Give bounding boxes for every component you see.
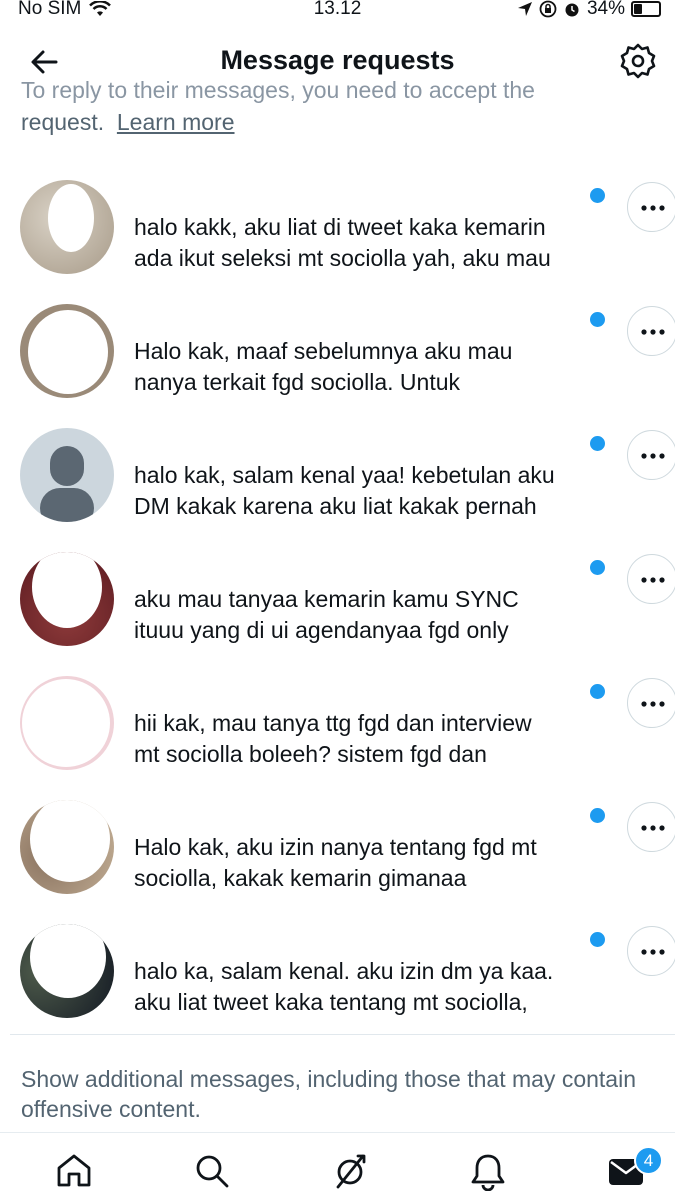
- unread-dot: [590, 436, 605, 451]
- message-preview: aku mau tanyaa kemarin kamu SYNC ituuu y…: [134, 584, 614, 646]
- message-preview-line: halo kakk, aku liat di tweet kaka kemari…: [134, 214, 546, 240]
- intro-text: To reply to their messages, you need to …: [21, 78, 621, 136]
- unread-dot: [590, 312, 605, 327]
- message-request-row[interactable]: hii kak, mau tanya ttg fgd dan interview…: [0, 658, 675, 782]
- unread-dot: [590, 808, 605, 823]
- unread-dot: [590, 932, 605, 947]
- default-user-icon: [40, 446, 94, 522]
- message-preview-line: hii kak, mau tanya ttg fgd dan interview: [134, 710, 532, 736]
- location-icon: [517, 2, 532, 16]
- messages-unread-badge: 4: [634, 1146, 663, 1175]
- avatar[interactable]: [20, 552, 114, 646]
- more-horizontal-icon: [641, 205, 665, 211]
- message-request-row[interactable]: halo kak, salam kenal yaa! kebetulan aku…: [0, 410, 675, 534]
- intro-text-request: request.: [21, 109, 105, 135]
- clock: 13.12: [313, 0, 362, 19]
- message-preview-line: ituuu yang di ui agendanyaa fgd only: [134, 617, 509, 643]
- more-options-button[interactable]: [627, 926, 675, 976]
- intro-text-cut: To reply to their messages, you need to …: [21, 78, 535, 103]
- message-preview-line: ada ikut seleksi mt sociolla yah, aku ma…: [134, 245, 551, 271]
- message-preview-line: aku mau tanyaa kemarin kamu SYNC: [134, 586, 519, 612]
- battery-icon: [631, 1, 661, 17]
- more-horizontal-icon: [641, 825, 665, 831]
- message-preview-line: aku liat tweet kaka tentang mt sociolla,: [134, 989, 528, 1015]
- unread-dot: [590, 188, 605, 203]
- message-request-row[interactable]: Halo kak, maaf sebelumnya aku mau nanya …: [0, 286, 675, 410]
- avatar[interactable]: [20, 304, 114, 398]
- search-icon[interactable]: [192, 1151, 232, 1191]
- message-preview: halo kak, salam kenal yaa! kebetulan aku…: [134, 460, 614, 522]
- message-preview-line: Halo kak, maaf sebelumnya aku mau: [134, 338, 513, 364]
- spaces-icon[interactable]: [330, 1151, 370, 1191]
- avatar[interactable]: [20, 180, 114, 274]
- page-title: Message requests: [220, 45, 455, 75]
- avatar[interactable]: [20, 924, 114, 1018]
- avatar[interactable]: [20, 676, 114, 770]
- rotation-lock-icon: [539, 0, 557, 18]
- message-preview-line: mt sociolla boleeh? sistem fgd dan: [134, 741, 487, 767]
- more-horizontal-icon: [641, 453, 665, 459]
- more-options-button[interactable]: [627, 802, 675, 852]
- more-options-button[interactable]: [627, 678, 675, 728]
- more-options-button[interactable]: [627, 306, 675, 356]
- message-request-row[interactable]: halo kakk, aku liat di tweet kaka kemari…: [0, 162, 675, 286]
- unread-dot: [590, 560, 605, 575]
- more-horizontal-icon: [641, 949, 665, 955]
- divider: [10, 1034, 675, 1035]
- more-options-button[interactable]: [627, 430, 675, 480]
- battery-percent: 34%: [586, 0, 625, 19]
- avatar[interactable]: [20, 800, 114, 894]
- message-preview: Halo kak, maaf sebelumnya aku mau nanya …: [134, 336, 614, 398]
- learn-more-link[interactable]: Learn more: [117, 109, 235, 135]
- more-options-button[interactable]: [627, 554, 675, 604]
- message-request-row[interactable]: halo ka, salam kenal. aku izin dm ya kaa…: [0, 906, 675, 1030]
- default-avatar[interactable]: [20, 428, 114, 522]
- message-preview-line: Halo kak, aku izin nanya tentang fgd mt: [134, 834, 537, 860]
- message-preview-line: halo ka, salam kenal. aku izin dm ya kaa…: [134, 958, 554, 984]
- more-horizontal-icon: [641, 329, 665, 335]
- message-preview-line: halo kak, salam kenal yaa! kebetulan aku: [134, 462, 555, 488]
- more-horizontal-icon: [641, 701, 665, 707]
- message-request-list: halo kakk, aku liat di tweet kaka kemari…: [0, 162, 675, 1030]
- message-preview: halo ka, salam kenal. aku izin dm ya kaa…: [134, 956, 614, 1018]
- unread-dot: [590, 684, 605, 699]
- message-preview-line: nanya terkait fgd sociolla. Untuk: [134, 369, 461, 395]
- message-request-row[interactable]: aku mau tanyaa kemarin kamu SYNC ituuu y…: [0, 534, 675, 658]
- status-bar: No SIM 13.12 34%: [0, 0, 675, 22]
- home-icon[interactable]: [54, 1151, 94, 1191]
- message-preview: Halo kak, aku izin nanya tentang fgd mt …: [134, 832, 614, 894]
- message-preview: halo kakk, aku liat di tweet kaka kemari…: [134, 212, 614, 274]
- more-horizontal-icon: [641, 577, 665, 583]
- more-options-button[interactable]: [627, 182, 675, 232]
- message-preview: hii kak, mau tanya ttg fgd dan interview…: [134, 708, 614, 770]
- settings-gear-icon[interactable]: [619, 42, 657, 80]
- message-request-row[interactable]: Halo kak, aku izin nanya tentang fgd mt …: [0, 782, 675, 906]
- notifications-icon[interactable]: [468, 1151, 508, 1191]
- show-additional-messages-link[interactable]: Show additional messages, including thos…: [21, 1064, 661, 1124]
- alarm-icon: [565, 3, 579, 17]
- message-preview-line: DM kakak karena aku liat kakak pernah: [134, 493, 537, 519]
- bottom-tab-bar: [0, 1132, 675, 1201]
- message-preview-line: sociolla, kakak kemarin gimanaa: [134, 865, 467, 891]
